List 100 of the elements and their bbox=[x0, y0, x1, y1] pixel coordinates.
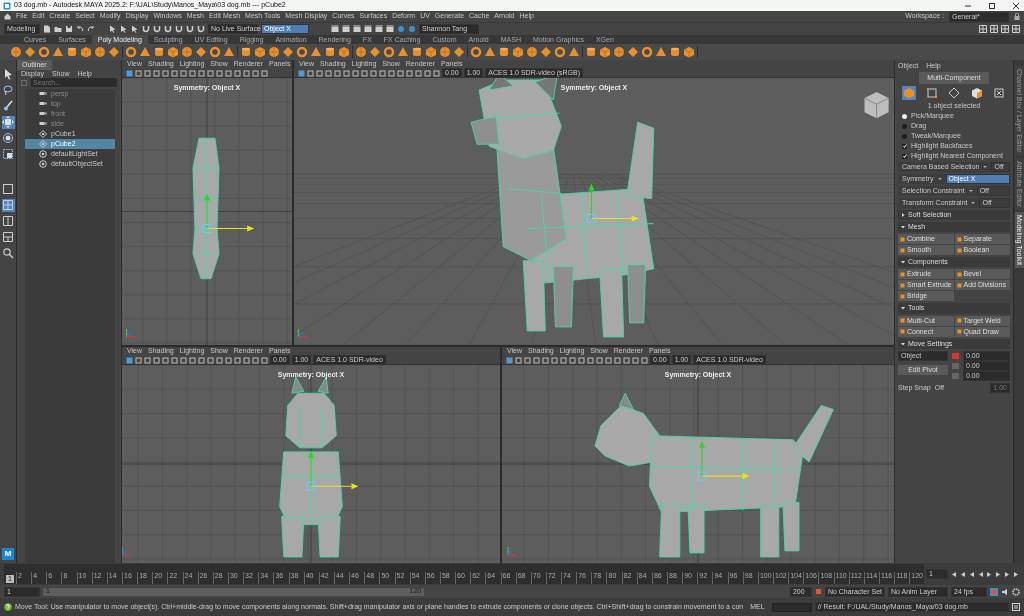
render-clapper-icon[interactable] bbox=[331, 25, 339, 33]
key-forward-icon[interactable] bbox=[995, 570, 1002, 578]
view-cube-icon[interactable] bbox=[864, 92, 890, 119]
dropdown-caret-icon[interactable] bbox=[971, 201, 976, 206]
folder-icon[interactable] bbox=[54, 25, 62, 33]
sphere-icon[interactable] bbox=[181, 46, 193, 58]
cone-icon[interactable] bbox=[568, 46, 580, 58]
maya-logo[interactable]: M bbox=[2, 548, 14, 560]
torus-icon[interactable] bbox=[383, 46, 395, 58]
cube-icon[interactable] bbox=[80, 46, 92, 58]
edge-icon[interactable] bbox=[947, 86, 961, 101]
diamond-icon[interactable] bbox=[282, 46, 294, 58]
cylinder-icon[interactable] bbox=[324, 46, 336, 58]
torus-icon[interactable] bbox=[470, 46, 482, 58]
cone-icon[interactable] bbox=[310, 46, 322, 58]
sphere-icon[interactable] bbox=[94, 46, 106, 58]
step-forward-icon[interactable] bbox=[1004, 570, 1011, 578]
play-icon[interactable] bbox=[986, 570, 993, 578]
cube-icon[interactable] bbox=[425, 46, 437, 58]
close-icon[interactable] bbox=[1011, 1, 1021, 10]
redo-icon[interactable] bbox=[87, 25, 95, 33]
cube-icon[interactable] bbox=[683, 46, 695, 58]
render-clapper-icon[interactable] bbox=[375, 25, 383, 33]
cone-icon[interactable] bbox=[655, 46, 667, 58]
diamond-icon[interactable] bbox=[453, 46, 465, 58]
sphere-icon[interactable] bbox=[526, 46, 538, 58]
layout-grid-icon[interactable] bbox=[990, 25, 998, 33]
sphere-icon[interactable] bbox=[439, 46, 451, 58]
cone-icon[interactable] bbox=[139, 46, 151, 58]
diamond-icon[interactable] bbox=[627, 46, 639, 58]
torus-icon[interactable] bbox=[38, 46, 50, 58]
vertex-icon[interactable] bbox=[924, 86, 939, 101]
speaker-icon[interactable] bbox=[1001, 587, 1009, 596]
checkbox[interactable] bbox=[902, 143, 907, 149]
torus-icon[interactable] bbox=[296, 46, 308, 58]
cylinder-icon[interactable] bbox=[66, 46, 78, 58]
sphere-icon[interactable] bbox=[355, 46, 367, 58]
render-clapper-icon[interactable] bbox=[342, 25, 350, 33]
dropdown-caret-icon[interactable] bbox=[937, 177, 942, 182]
cylinder-icon[interactable] bbox=[240, 46, 252, 58]
diamond-icon[interactable] bbox=[108, 46, 120, 58]
cube-icon[interactable] bbox=[512, 46, 524, 58]
layout-grid-icon[interactable] bbox=[1001, 25, 1009, 33]
four-view-icon[interactable] bbox=[1, 199, 15, 212]
key-icon[interactable] bbox=[814, 588, 822, 595]
diamond-icon[interactable] bbox=[369, 46, 381, 58]
render-clapper-icon[interactable] bbox=[364, 25, 372, 33]
step-back-icon[interactable] bbox=[959, 570, 966, 578]
undo-icon[interactable] bbox=[76, 25, 84, 33]
cone-icon[interactable] bbox=[52, 46, 64, 58]
layout-grid-icon[interactable] bbox=[979, 25, 987, 33]
play-back-icon[interactable] bbox=[977, 570, 984, 578]
paint-brush-icon[interactable] bbox=[1, 100, 15, 113]
move-manipulator-drawing[interactable] bbox=[587, 183, 639, 224]
cube-icon[interactable] bbox=[254, 46, 266, 58]
camera-icon[interactable] bbox=[506, 356, 513, 364]
two-view-icon[interactable] bbox=[1, 215, 15, 228]
move-tool-icon[interactable] bbox=[1, 116, 15, 129]
search-icon[interactable] bbox=[1, 247, 15, 260]
sphere-icon[interactable] bbox=[268, 46, 280, 58]
command-input-field[interactable] bbox=[771, 602, 812, 612]
script-editor-icon[interactable] bbox=[1012, 603, 1020, 611]
uv-icon[interactable] bbox=[992, 86, 1006, 101]
single-view-icon[interactable] bbox=[1, 183, 15, 196]
cylinder-icon[interactable] bbox=[498, 46, 510, 58]
radio-button[interactable] bbox=[902, 133, 907, 139]
cone-icon[interactable] bbox=[484, 46, 496, 58]
cylinder-icon[interactable] bbox=[153, 46, 165, 58]
file-icon[interactable] bbox=[43, 25, 51, 33]
auto-key-icon[interactable] bbox=[990, 587, 998, 596]
cube-icon[interactable] bbox=[338, 46, 350, 58]
render-clapper-icon[interactable] bbox=[386, 25, 394, 33]
lasso-icon[interactable] bbox=[1, 84, 15, 97]
camera-icon[interactable] bbox=[126, 69, 133, 77]
face-icon[interactable] bbox=[969, 86, 984, 101]
skip-start-icon[interactable] bbox=[950, 570, 957, 578]
cube-icon[interactable] bbox=[599, 46, 611, 58]
cylinder-icon[interactable] bbox=[585, 46, 597, 58]
cone-icon[interactable] bbox=[397, 46, 409, 58]
save-icon[interactable] bbox=[65, 25, 73, 33]
diamond-icon[interactable] bbox=[540, 46, 552, 58]
three-view-icon[interactable] bbox=[1, 231, 15, 244]
rotate-tool-icon[interactable] bbox=[1, 132, 15, 145]
diamond-icon[interactable] bbox=[195, 46, 207, 58]
torus-icon[interactable] bbox=[209, 46, 221, 58]
key-back-icon[interactable] bbox=[968, 570, 975, 578]
camera-icon[interactable] bbox=[126, 356, 133, 364]
scale-tool-icon[interactable] bbox=[1, 148, 15, 161]
torus-icon[interactable] bbox=[554, 46, 566, 58]
checkbox[interactable] bbox=[902, 153, 907, 159]
render-clapper-icon[interactable] bbox=[353, 25, 361, 33]
torus-icon[interactable] bbox=[125, 46, 137, 58]
sphere-icon[interactable] bbox=[10, 46, 22, 58]
camera-icon[interactable] bbox=[298, 69, 305, 77]
torus-icon[interactable] bbox=[641, 46, 653, 58]
dropdown-caret-icon[interactable] bbox=[983, 165, 988, 170]
layout-grid-icon[interactable] bbox=[1012, 25, 1020, 33]
settings-icon[interactable] bbox=[1012, 587, 1020, 596]
cube-icon[interactable] bbox=[167, 46, 179, 58]
maximize-icon[interactable] bbox=[987, 1, 997, 10]
